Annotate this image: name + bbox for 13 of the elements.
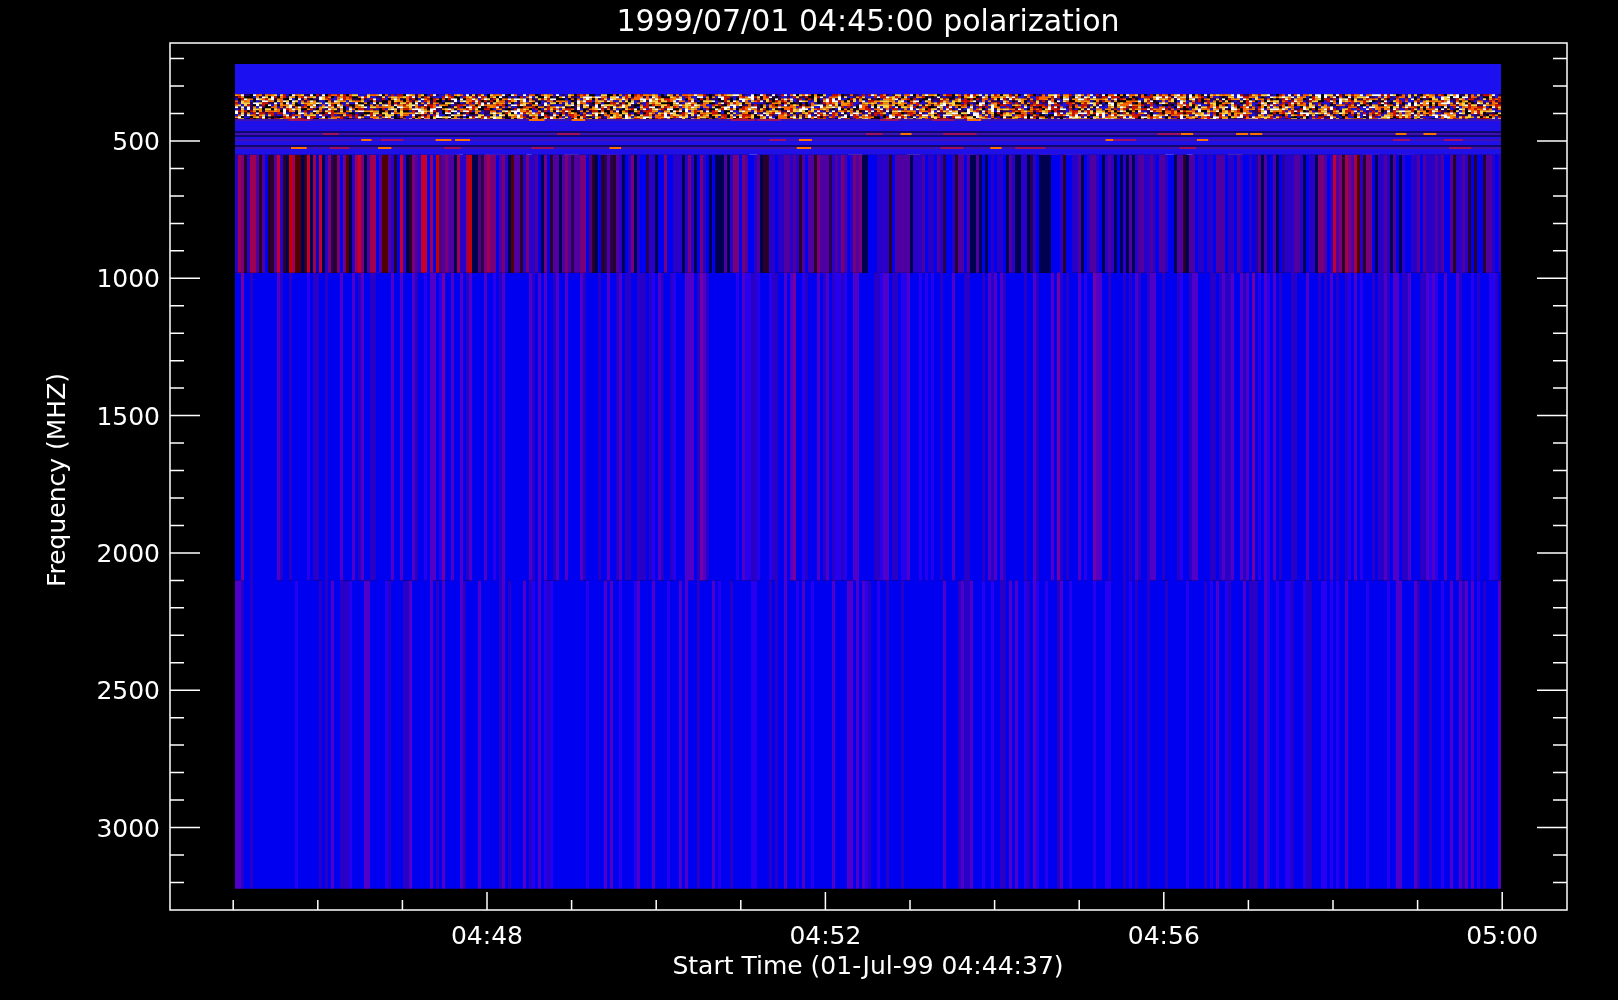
x-tick-label: 05:00 [1466, 921, 1539, 950]
y-axis-title: Frequency (MHZ) [42, 372, 71, 588]
chart-title: 1999/07/01 04:45:00 polarization [616, 3, 1120, 38]
y-tick-label: 1500 [96, 401, 160, 431]
y-tick-label: 3000 [96, 813, 160, 843]
x-tick-label: 04:52 [789, 921, 862, 950]
y-tick-label: 500 [112, 127, 160, 156]
y-tick-label: 2500 [96, 676, 160, 706]
x-axis-title: Start Time (01-Jul-99 04:44:37) [672, 951, 1064, 980]
y-tick-label: 1000 [96, 264, 160, 294]
x-tick-label: 04:48 [451, 921, 523, 950]
y-tick-label: 2000 [96, 538, 160, 568]
x-tick-label: 04:56 [1127, 921, 1200, 950]
